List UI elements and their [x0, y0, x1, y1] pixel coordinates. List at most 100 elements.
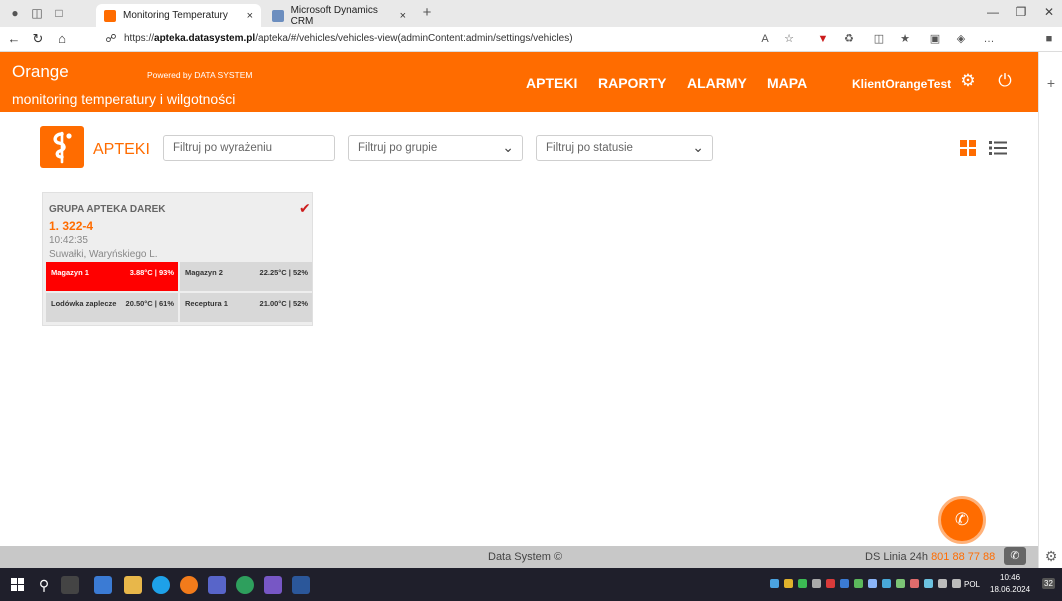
outlook-icon[interactable] [94, 576, 112, 594]
search-icon[interactable]: ⚲ [35, 576, 53, 594]
contact-fab-button[interactable]: ✆ [938, 496, 986, 544]
refresh-icon[interactable]: ↻ [30, 31, 46, 47]
user-name[interactable]: KlientOrangeTest [852, 77, 951, 91]
tray-icon[interactable] [784, 579, 793, 588]
screen: ● ◫ □ Monitoring Temperatury × Microsoft… [0, 0, 1062, 601]
volume-icon[interactable] [952, 579, 961, 588]
close-tab-icon[interactable]: × [247, 10, 253, 22]
extension-icon[interactable]: ♻ [842, 32, 856, 46]
clock-date[interactable]: 18.06.2024 [990, 585, 1030, 594]
page-title: APTEKI [93, 141, 150, 158]
phone-ring-icon: ✆ [954, 510, 970, 529]
more-icon[interactable]: … [982, 32, 996, 46]
sidebar-settings-icon[interactable]: ⚙ [1044, 549, 1058, 563]
orange-favicon-icon [104, 9, 116, 22]
hotline: DS Linia 24h 801 88 77 88 [865, 551, 995, 563]
language-indicator[interactable]: POL [964, 580, 980, 589]
url-host: apteka.datasystem.pl [154, 33, 256, 44]
nav-mapa[interactable]: MAPA [767, 75, 807, 91]
workspaces-icon[interactable]: ◫ [30, 6, 44, 20]
sensor-tile[interactable]: Lodówka zaplecze 20.50°C | 61% [46, 293, 178, 322]
firefox-icon[interactable] [180, 576, 198, 594]
restore-icon[interactable]: ❐ [1014, 5, 1028, 19]
collections-icon[interactable]: ▣ [928, 32, 942, 46]
grid-view-icon[interactable] [958, 138, 978, 158]
group-filter-select[interactable]: Filtruj po grupie ⌄ [348, 135, 523, 161]
sensor-tile-alarm[interactable]: Magazyn 1 3.88°C | 93% [46, 262, 178, 291]
lock-icon[interactable]: ☍ [103, 31, 119, 47]
brand-logo[interactable]: Orange [12, 62, 69, 82]
power-icon[interactable]: ⏻ [995, 71, 1015, 91]
tray-icon[interactable] [868, 579, 877, 588]
tab-title: Monitoring Temperatury [123, 10, 228, 21]
copilot-icon[interactable]: ◈ [954, 32, 968, 46]
edge-icon[interactable] [236, 576, 254, 594]
brand-subtitle: monitoring temperatury i wilgotności [12, 91, 236, 107]
chevron-down-icon: ⌄ [502, 139, 514, 155]
status-filter-select[interactable]: Filtruj po statusie ⌄ [536, 135, 713, 161]
tray-icon[interactable] [882, 579, 891, 588]
minimize-icon[interactable]: — [986, 5, 1000, 19]
read-aloud-icon[interactable]: A [758, 32, 772, 46]
group-name: GRUPA APTEKA DAREK [49, 204, 166, 215]
wifi-icon[interactable] [938, 579, 947, 588]
notification-badge[interactable]: 32 [1042, 578, 1055, 589]
favorite-star-icon[interactable]: ☆ [782, 32, 796, 46]
home-icon[interactable]: ⌂ [54, 31, 70, 47]
pocket-icon[interactable]: ▼ [816, 32, 830, 46]
gear-icon[interactable]: ⚙ [958, 71, 978, 91]
file-explorer-icon[interactable] [124, 576, 142, 594]
pharmacy-card[interactable]: GRUPA APTEKA DAREK ✔ 1. 322-4 10:42:35 S… [42, 192, 313, 326]
task-view-icon[interactable] [61, 576, 79, 594]
back-icon[interactable]: ← [6, 31, 22, 47]
tab-dynamics[interactable]: Microsoft Dynamics CRM × [264, 4, 414, 27]
favorites-icon[interactable]: ★ [898, 32, 912, 46]
new-tab-icon[interactable]: + [420, 5, 434, 20]
sidebar-toggle-icon[interactable]: ■ [1042, 32, 1056, 46]
add-sidebar-icon[interactable]: + [1044, 76, 1058, 90]
pharmacy-address: Suwałki, Waryńskiego L. [49, 249, 158, 260]
last-update-time: 10:42:35 [49, 235, 88, 246]
tray-icon[interactable] [812, 579, 821, 588]
group-filter-label: Filtruj po grupie [358, 142, 438, 154]
teams-classic-icon[interactable] [264, 576, 282, 594]
dynamics-favicon-icon [272, 9, 284, 22]
url-prefix: https:// [124, 33, 155, 44]
pharmacy-number[interactable]: 1. 322-4 [49, 219, 93, 233]
nav-raporty[interactable]: RAPORTY [598, 75, 666, 91]
sensor-value: 22.25°C | 52% [259, 268, 308, 277]
split-screen-icon[interactable]: ◫ [872, 32, 886, 46]
nav-apteki[interactable]: APTEKI [526, 75, 577, 91]
hotline-number[interactable]: 801 88 77 88 [931, 551, 995, 563]
tab-monitoring[interactable]: Monitoring Temperatury × [96, 4, 261, 27]
profile-icon[interactable]: ● [8, 6, 22, 20]
word-icon[interactable] [292, 576, 310, 594]
url-path: /apteka/#/vehicles/vehicles-view(adminCo… [255, 33, 573, 44]
search-filter[interactable] [163, 135, 335, 161]
tray-icon[interactable] [854, 579, 863, 588]
teams-icon[interactable] [208, 576, 226, 594]
tab-actions-icon[interactable]: □ [52, 6, 66, 20]
skype-icon[interactable] [152, 576, 170, 594]
tray-icon[interactable] [798, 579, 807, 588]
tray-icon[interactable] [840, 579, 849, 588]
sensor-value: 21.00°C | 52% [259, 299, 308, 308]
clock-time[interactable]: 10:46 [1000, 573, 1020, 582]
tray-icon[interactable] [770, 579, 779, 588]
tray-icon[interactable] [924, 579, 933, 588]
url-field[interactable]: https://apteka.datasystem.pl/apteka/#/ve… [124, 33, 573, 44]
sensor-tile[interactable]: Magazyn 2 22.25°C | 52% [180, 262, 312, 291]
chevron-down-icon: ⌄ [692, 139, 704, 155]
tray-icon[interactable] [826, 579, 835, 588]
close-tab-icon[interactable]: × [400, 10, 406, 22]
windows-start-icon[interactable] [9, 576, 27, 594]
sensor-tile[interactable]: Receptura 1 21.00°C | 52% [180, 293, 312, 322]
phone-icon[interactable]: ✆ [1004, 547, 1026, 565]
hotline-label: DS Linia 24h [865, 551, 928, 563]
tray-icon[interactable] [910, 579, 919, 588]
list-view-icon[interactable] [988, 138, 1008, 158]
search-input[interactable] [173, 142, 325, 154]
close-window-icon[interactable]: ✕ [1042, 5, 1056, 19]
tray-icon[interactable] [896, 579, 905, 588]
nav-alarmy[interactable]: ALARMY [687, 75, 747, 91]
